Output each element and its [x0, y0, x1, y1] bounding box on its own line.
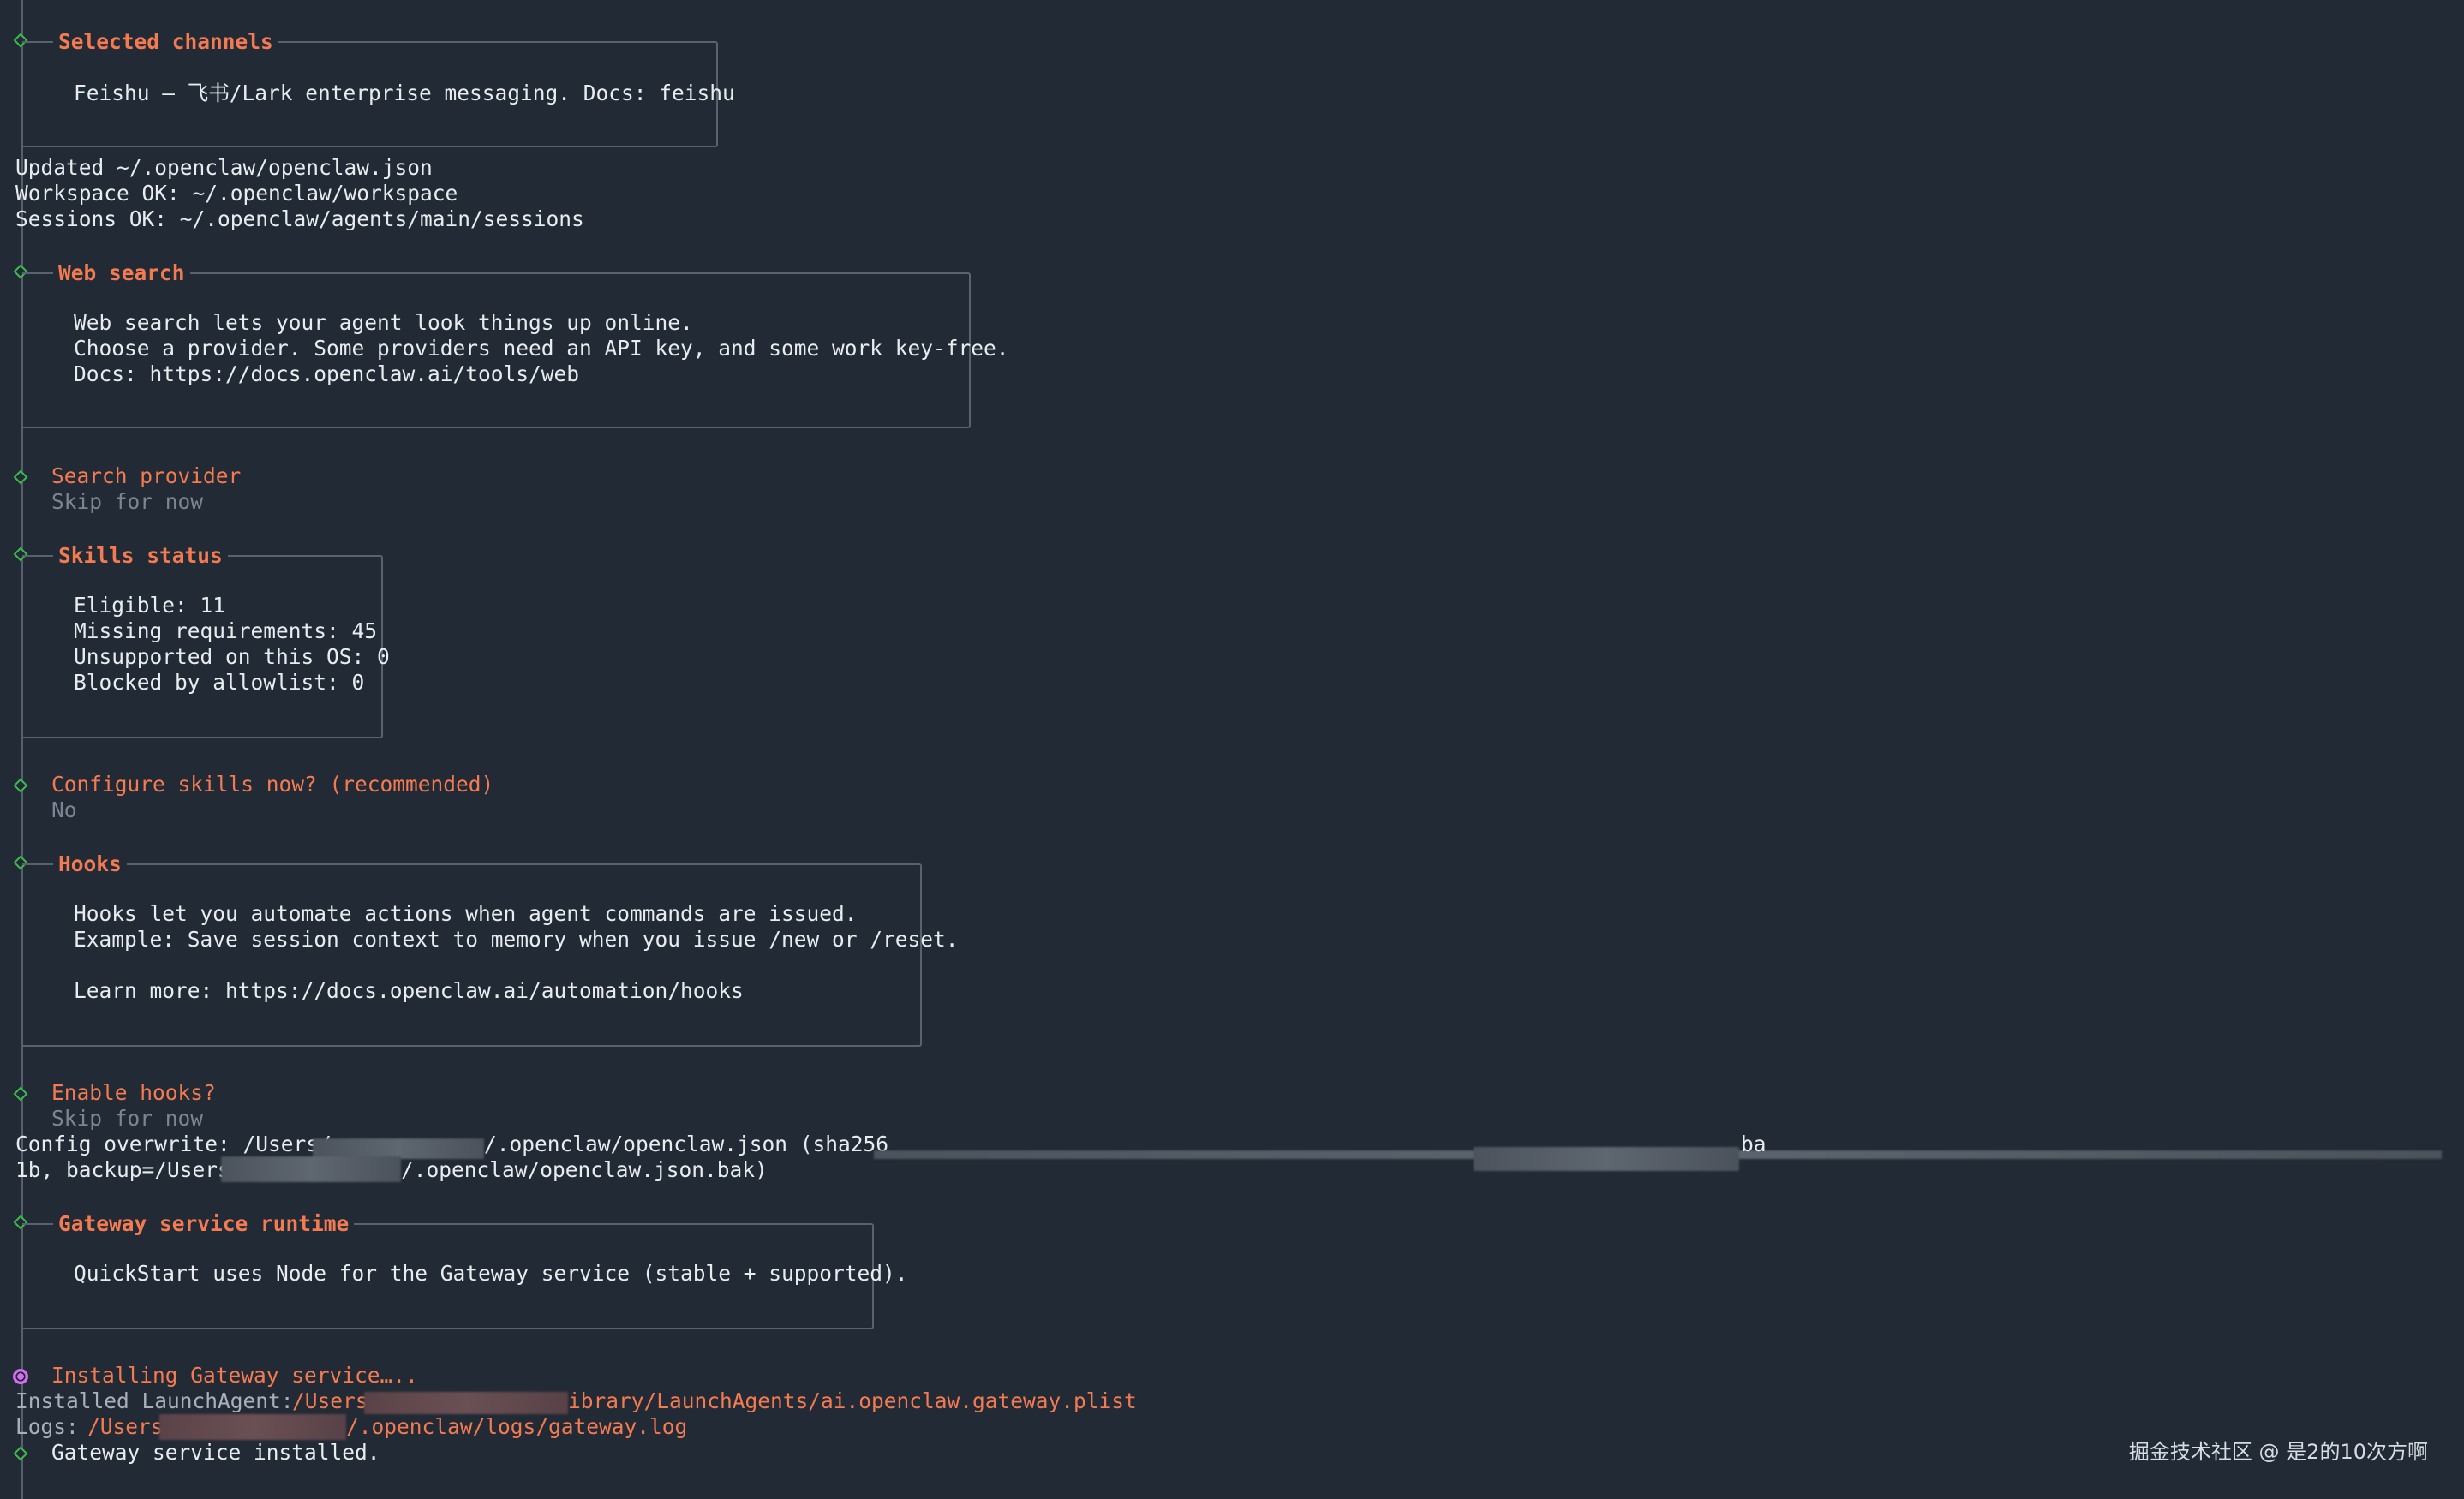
panel-line: Example: Save session context to memory …: [74, 927, 959, 952]
spinner-icon: [13, 1369, 28, 1384]
config-backup-path: /.openclaw/openclaw.json.bak): [401, 1157, 768, 1182]
gateway-installed-status: Gateway service installed.: [51, 1440, 380, 1465]
prompt-question: Search provider: [51, 463, 242, 488]
panel-title: Gateway service runtime: [53, 1211, 355, 1237]
prompt-answer: Skip for now: [51, 489, 204, 514]
redacted-username: [159, 1414, 346, 1440]
prompt-answer: Skip for now: [51, 1106, 204, 1131]
terminal-window: Selected channels Feishu — 飞书/Lark enter…: [0, 0, 2464, 1499]
step-marker-icon: [13, 778, 28, 793]
gateway-runtime-panel: Gateway service runtime QuickStart uses …: [22, 1211, 908, 1329]
status-line: Workspace OK: ~/.openclaw/workspace: [15, 181, 458, 206]
skills-status-panel: Skills status Eligible: 11 Missing requi…: [22, 543, 390, 738]
panel-line: Choose a provider. Some providers need a…: [74, 336, 1009, 361]
redacted-hash: [1474, 1147, 1739, 1171]
installing-status: Installing Gateway service…..: [51, 1363, 418, 1388]
panel-line: Docs: https://docs.openclaw.ai/tools/web: [74, 361, 580, 386]
status-line: Sessions OK: ~/.openclaw/agents/main/ses…: [15, 206, 584, 231]
config-backup-prefix: 1b, backup=/Users: [15, 1157, 230, 1182]
web-search-panel: Web search Web search lets your agent lo…: [22, 260, 1009, 428]
hooks-panel: Hooks Hooks let you automate actions whe…: [22, 851, 959, 1047]
prompt-question: Enable hooks?: [51, 1080, 216, 1105]
config-overwrite-prefix: Config overwrite: /Users/: [15, 1132, 332, 1156]
panel-line: QuickStart uses Node for the Gateway ser…: [74, 1261, 908, 1286]
prompt-answer: No: [51, 797, 77, 822]
logs-path-prefix: /Users: [87, 1414, 164, 1439]
status-line: Updated ~/.openclaw/openclaw.json: [15, 155, 433, 180]
panel-line: Missing requirements: 45: [74, 618, 378, 643]
panel-title: Selected channels: [53, 29, 278, 55]
panel-title: Skills status: [53, 543, 228, 569]
selected-channels-panel: Selected channels Feishu — 飞书/Lark enter…: [22, 29, 735, 147]
panel-line: Feishu — 飞书/Lark enterprise messaging. D…: [74, 81, 735, 105]
panel-line: Eligible: 11: [74, 593, 226, 618]
redacted-username: [364, 1392, 568, 1414]
config-overwrite-tail: ba: [1741, 1132, 1767, 1156]
step-marker-icon: [13, 469, 28, 485]
prompt-question: Configure skills now? (recommended): [51, 772, 494, 797]
panel-line: Hooks let you automate actions when agen…: [74, 901, 858, 926]
panel-line: Web search lets your agent look things u…: [74, 310, 693, 335]
panel-line: Unsupported on this OS: 0: [74, 644, 390, 669]
watermark: 掘金技术社区 @ 是2的10次方啊: [2128, 1440, 2428, 1464]
redacted-username: [221, 1156, 401, 1182]
launch-agent-path-suffix: ibrary/LaunchAgents/ai.openclaw.gateway.…: [568, 1389, 1137, 1413]
step-marker-icon: [13, 1446, 28, 1461]
logs-path-suffix: /.openclaw/logs/gateway.log: [346, 1414, 688, 1439]
config-overwrite-path: /.openclaw/openclaw.json (sha256: [484, 1132, 889, 1156]
panel-title: Web search: [53, 260, 190, 286]
step-marker-icon: [13, 1086, 28, 1102]
launch-agent-label: Installed LaunchAgent:: [15, 1389, 307, 1413]
launch-agent-path-prefix: /Users: [292, 1389, 368, 1413]
panel-line: Blocked by allowlist: 0: [74, 670, 365, 695]
panel-title: Hooks: [53, 851, 127, 877]
logs-label: Logs:: [15, 1414, 92, 1439]
panel-line: Learn more: https://docs.openclaw.ai/aut…: [74, 978, 744, 1003]
